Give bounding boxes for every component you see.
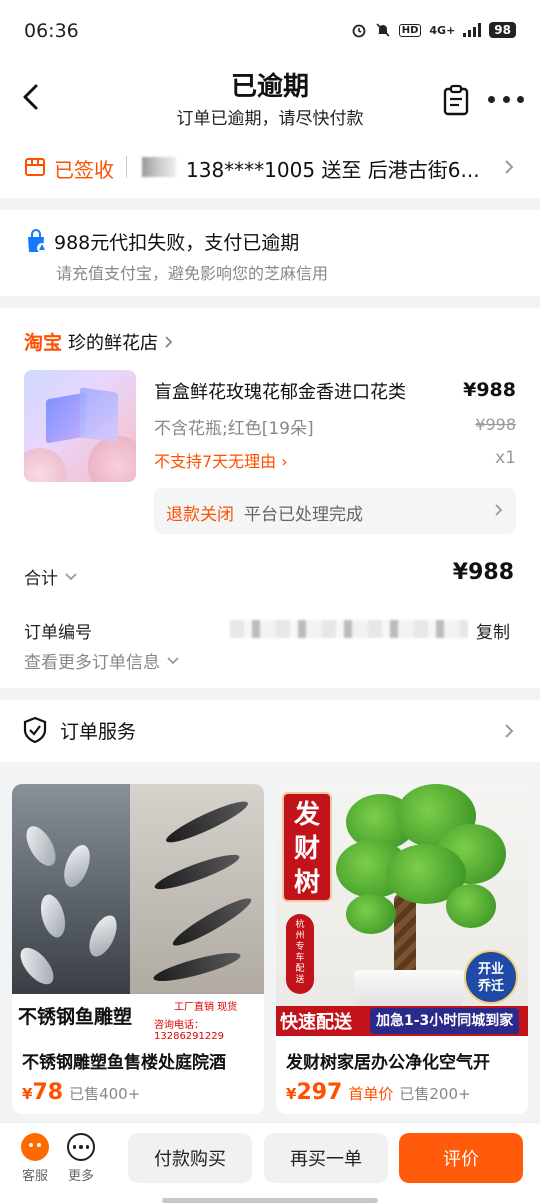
- bottom-action-bar: 客服 更多 付款购买 再买一单 评价: [0, 1122, 540, 1204]
- chevron-right-icon: [165, 335, 173, 348]
- taobao-logo: 淘宝: [24, 332, 63, 354]
- shop-link[interactable]: 淘宝 珍的鲜花店: [24, 328, 174, 355]
- order-number-label: 订单编号: [24, 623, 92, 643]
- rebuy-button[interactable]: 再买一单: [264, 1133, 388, 1183]
- alarm-icon: [352, 24, 366, 38]
- chevron-right-icon: [505, 724, 514, 738]
- page-header: 已逾期 订单已逾期，请尽快付款: [0, 62, 540, 136]
- recommend-price: 297: [296, 1080, 343, 1105]
- alert-desc: 请充值支付宝，避免影响您的芝麻信用: [56, 264, 329, 283]
- badge-hangzhou: 杭州专车配送: [286, 914, 314, 994]
- recommend-card[interactable]: 发财树 杭州专车配送 开业 乔迁 快速配送 加急1-3小时同城到家 发财树家居办公…: [276, 784, 528, 1114]
- delivery-address: 138****1005 送至 后港古街6...: [186, 158, 480, 182]
- copy-button[interactable]: 复制: [476, 618, 510, 643]
- no-return-notice[interactable]: 不支持7天无理由 ›: [154, 448, 288, 472]
- order-service-row[interactable]: 订单服务: [0, 700, 540, 762]
- product-name[interactable]: 盲盒鲜花玫瑰花郁金香进口花类: [154, 378, 406, 404]
- network-label: 4G+: [429, 23, 456, 37]
- delivery-row[interactable]: 已签收 138****1005 送至 后港古街6...: [0, 136, 540, 198]
- shop-name: 珍的鲜花店: [68, 332, 159, 354]
- home-indicator[interactable]: [162, 1198, 378, 1203]
- chevron-down-icon: [65, 572, 77, 580]
- order-card: 淘宝 珍的鲜花店 盲盒鲜花玫瑰花郁金香进口花类 ¥988 不含花瓶;红色[19朵…: [0, 308, 540, 688]
- review-button[interactable]: 评价: [399, 1133, 523, 1183]
- recommend-sold: 已售200+: [399, 1085, 471, 1103]
- total-label[interactable]: 合计: [24, 564, 78, 589]
- badge-kaiye: 开业 乔迁: [464, 950, 518, 1004]
- payment-alert: 988元代扣失败，支付已逾期 请充值支付宝，避免影响您的芝麻信用: [0, 210, 540, 296]
- delivery-status: 已签收: [54, 158, 114, 182]
- product-quantity: x1: [495, 448, 516, 468]
- recommend-image: 不锈钢鱼雕塑 工厂直销 现货 咨询电话：13286291229: [12, 784, 264, 1042]
- refund-status-row[interactable]: 退款关闭 平台已处理完成: [154, 488, 516, 534]
- status-time: 06:36: [24, 20, 79, 42]
- more-button[interactable]: 更多: [64, 1133, 98, 1184]
- package-icon: [25, 158, 45, 176]
- recipient-name-blurred: [142, 157, 176, 177]
- divider: [126, 156, 127, 178]
- recommend-sold: 已售400+: [69, 1085, 141, 1103]
- badge-facai: 发财树: [282, 792, 332, 902]
- recommend-banner: 不锈钢鱼雕塑 工厂直销 现货 咨询电话：13286291229: [12, 994, 264, 1042]
- product-price: ¥988: [463, 379, 516, 401]
- refund-status: 退款关闭: [166, 505, 234, 525]
- chevron-right-icon: [495, 504, 503, 516]
- mute-bell-icon: [376, 23, 390, 37]
- clipboard-icon[interactable]: [442, 84, 470, 116]
- chevron-down-icon: [167, 656, 179, 664]
- hd-icon: HD: [398, 23, 422, 37]
- status-bar: 06:36 HD 4G+ 98: [0, 0, 540, 62]
- recommend-tag: 首单价: [348, 1085, 394, 1103]
- product-image[interactable]: [24, 370, 136, 482]
- more-icon: [67, 1133, 95, 1161]
- customer-service-icon: [21, 1133, 49, 1161]
- recommend-price-row: ¥ 78 已售400+: [22, 1080, 141, 1105]
- customer-service-button[interactable]: 客服: [18, 1133, 52, 1184]
- recommend-banner: 快速配送 加急1-3小时同城到家: [276, 1006, 528, 1036]
- recommend-image: 发财树 杭州专车配送 开业 乔迁 快速配送 加急1-3小时同城到家: [276, 784, 528, 1036]
- status-icons: HD 4G+ 98: [351, 22, 516, 38]
- recommend-card[interactable]: 不锈钢鱼雕塑 工厂直销 现货 咨询电话：13286291229 不锈钢雕塑鱼售楼…: [12, 784, 264, 1114]
- more-menu-icon[interactable]: [488, 84, 524, 114]
- pay-button[interactable]: 付款购买: [128, 1133, 252, 1183]
- recommend-price-row: ¥ 297 首单价 已售200+: [286, 1080, 471, 1105]
- alert-title: 988元代扣失败，支付已逾期: [54, 232, 300, 254]
- recommend-title: 不锈钢雕塑鱼售楼处庭院酒: [22, 1053, 226, 1073]
- order-service-label: 订单服务: [60, 721, 137, 743]
- product-spec: 不含花瓶;红色[19朵]: [154, 419, 314, 439]
- original-price: ¥998: [475, 415, 516, 434]
- more-order-info[interactable]: 查看更多订单信息: [24, 648, 180, 673]
- shield-check-icon: [23, 716, 47, 744]
- refund-desc: 平台已处理完成: [244, 505, 363, 525]
- payment-bag-icon: [28, 229, 47, 253]
- order-number-blurred: [230, 620, 468, 638]
- total-value: ¥988: [452, 560, 514, 585]
- recommend-title: 发财树家居办公净化空气开: [286, 1053, 490, 1073]
- recommend-price: 78: [32, 1080, 64, 1105]
- chevron-right-icon: [505, 160, 514, 174]
- battery-level: 98: [489, 22, 516, 38]
- signal-icon: [463, 23, 482, 37]
